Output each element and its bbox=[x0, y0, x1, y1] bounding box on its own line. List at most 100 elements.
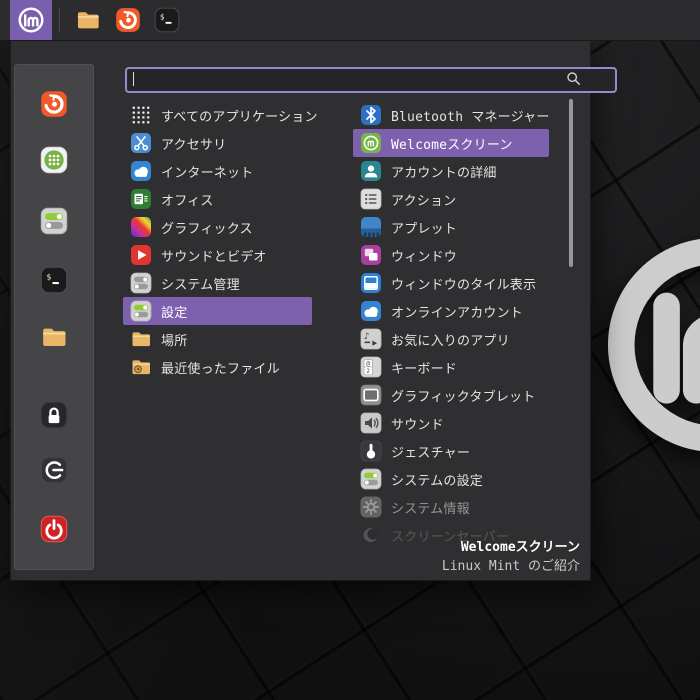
application-item-5[interactable]: ウィンドウ bbox=[353, 241, 549, 269]
gesture-icon bbox=[360, 440, 382, 462]
svg-text:♪: ♪ bbox=[364, 332, 370, 342]
application-label: ウィンドウのタイル表示 bbox=[391, 277, 537, 293]
top-panel: $ bbox=[0, 0, 700, 41]
category-label: インターネット bbox=[161, 165, 254, 181]
terminal-icon: $ bbox=[40, 266, 68, 294]
application-label: サウンド bbox=[391, 417, 444, 433]
favorite-terminal-button[interactable]: $ bbox=[40, 266, 68, 294]
svg-text:$: $ bbox=[160, 12, 165, 21]
category-label: システム管理 bbox=[161, 277, 240, 293]
toggles-green-icon bbox=[130, 300, 152, 322]
application-list: Bluetooth マネージャー Welcomeスクリーンアカウントの詳細 アクショ… bbox=[353, 101, 549, 549]
folder-icon bbox=[40, 323, 68, 351]
application-item-9[interactable]: @2 キーボード bbox=[353, 353, 549, 381]
keyboard-icon: @2 bbox=[360, 356, 382, 378]
selected-app-subtitle: Linux Mint のご紹介 bbox=[441, 559, 580, 574]
application-item-3[interactable]: アクション bbox=[353, 185, 549, 213]
application-label: アプレット bbox=[391, 221, 458, 237]
software-manager-icon bbox=[40, 146, 68, 174]
list-icon bbox=[360, 188, 382, 210]
applet-icon bbox=[360, 216, 382, 238]
scrollbar-thumb[interactable] bbox=[569, 99, 573, 267]
selected-app-info: Welcomeスクリーン Linux Mint のご紹介 bbox=[442, 538, 580, 576]
favorite-firefox-button[interactable] bbox=[40, 90, 68, 118]
panel-launcher-files[interactable] bbox=[75, 7, 101, 33]
tablet-icon bbox=[360, 384, 382, 406]
application-item-6[interactable]: ウィンドウのタイル表示 bbox=[353, 269, 549, 297]
application-item-2[interactable]: アカウントの詳細 bbox=[353, 157, 549, 185]
application-item-12[interactable]: ジェスチャー bbox=[353, 437, 549, 465]
scissors-icon bbox=[130, 132, 152, 154]
application-item-14[interactable]: システム情報 bbox=[353, 493, 549, 521]
window-tiling-icon bbox=[360, 272, 382, 294]
application-item-4[interactable]: アプレット bbox=[353, 213, 549, 241]
application-label: アクション bbox=[391, 193, 457, 209]
favorite-files-button[interactable] bbox=[40, 323, 68, 351]
application-label: キーボード bbox=[391, 361, 458, 377]
category-label: 場所 bbox=[161, 333, 188, 349]
application-item-11[interactable]: サウンド bbox=[353, 409, 549, 437]
application-label: ウィンドウ bbox=[391, 249, 458, 265]
category-item-2[interactable]: インターネット bbox=[123, 157, 312, 185]
category-item-0[interactable]: すべてのアプリケーション bbox=[123, 101, 318, 129]
application-label: ジェスチャー bbox=[391, 445, 471, 461]
application-item-10[interactable]: グラフィックタブレット bbox=[353, 381, 549, 409]
category-item-6[interactable]: システム管理 bbox=[123, 269, 312, 297]
session-lock-screen-button[interactable] bbox=[40, 401, 68, 429]
session-logout-button[interactable] bbox=[40, 456, 68, 484]
category-item-3[interactable]: オフィス bbox=[123, 185, 312, 213]
cloud-icon bbox=[130, 160, 152, 182]
search-input[interactable] bbox=[125, 67, 617, 93]
main-menu: $ すべてのアプリケーション アクセサリ インターネット オフィス グラフィックス サウン… bbox=[10, 40, 617, 581]
bluetooth-icon bbox=[360, 104, 382, 126]
application-item-13[interactable]: システムの設定 bbox=[353, 465, 549, 493]
category-label: オフィス bbox=[161, 193, 214, 209]
folder-icon bbox=[130, 328, 152, 350]
session-shutdown-button[interactable] bbox=[40, 515, 68, 543]
application-label: アカウントの詳細 bbox=[391, 165, 497, 181]
favorite-system-settings-button[interactable] bbox=[40, 207, 68, 235]
category-item-5[interactable]: サウンドとビデオ bbox=[123, 241, 312, 269]
favorite-software-manager-button[interactable] bbox=[40, 146, 68, 174]
svg-text:2: 2 bbox=[366, 368, 370, 375]
category-list: すべてのアプリケーション アクセサリインターネット オフィスグラフィックス サウンドと… bbox=[123, 101, 318, 381]
application-item-0[interactable]: Bluetooth マネージャー bbox=[353, 101, 549, 129]
panel-launcher-terminal[interactable]: $ bbox=[154, 7, 180, 33]
category-item-8[interactable]: 場所 bbox=[123, 325, 312, 353]
category-label: グラフィックス bbox=[161, 221, 253, 237]
toggles-gray-icon bbox=[130, 272, 152, 294]
windows-icon bbox=[360, 244, 382, 266]
favorites-sidebar: $ bbox=[14, 64, 94, 570]
category-item-9[interactable]: 最近使ったファイル bbox=[123, 353, 312, 381]
category-label: 最近使ったファイル bbox=[161, 361, 280, 377]
cloud-icon bbox=[360, 300, 382, 322]
logout-icon bbox=[40, 456, 68, 484]
desktop: $ $ すべてのアプリケーション アクセサリ インターネット オフィス グラフィックスサ… bbox=[0, 0, 700, 700]
application-label: Bluetooth マネージャー bbox=[391, 109, 550, 125]
office-icon bbox=[130, 188, 152, 210]
svg-text:$: $ bbox=[46, 271, 51, 281]
lock-icon bbox=[40, 401, 68, 429]
mint-badge-icon bbox=[360, 132, 382, 154]
category-label: すべてのアプリケーション bbox=[161, 109, 318, 125]
mint-logo-icon bbox=[16, 5, 46, 35]
panel-launcher-firefox[interactable] bbox=[115, 7, 141, 33]
category-item-1[interactable]: アクセサリ bbox=[123, 129, 312, 157]
application-item-7[interactable]: オンラインアカウント bbox=[353, 297, 549, 325]
firefox-icon bbox=[40, 90, 68, 118]
panel-separator bbox=[59, 8, 60, 32]
application-item-8[interactable]: ♪ お気に入りのアプリ bbox=[353, 325, 549, 353]
menu-button[interactable] bbox=[10, 0, 52, 40]
gear-icon bbox=[360, 496, 382, 518]
application-item-1[interactable]: Welcomeスクリーン bbox=[353, 129, 549, 157]
application-label: システムの設定 bbox=[391, 473, 484, 489]
category-item-4[interactable]: グラフィックス bbox=[123, 213, 312, 241]
category-label: アクセサリ bbox=[161, 137, 227, 153]
application-label: お気に入りのアプリ bbox=[391, 333, 510, 349]
rainbow-icon bbox=[130, 216, 152, 238]
apps-grid-icon bbox=[130, 104, 152, 126]
category-label: 設定 bbox=[161, 305, 188, 321]
category-item-7[interactable]: 設定 bbox=[123, 297, 312, 325]
search-icon bbox=[566, 71, 581, 86]
category-label: サウンドとビデオ bbox=[161, 249, 267, 265]
